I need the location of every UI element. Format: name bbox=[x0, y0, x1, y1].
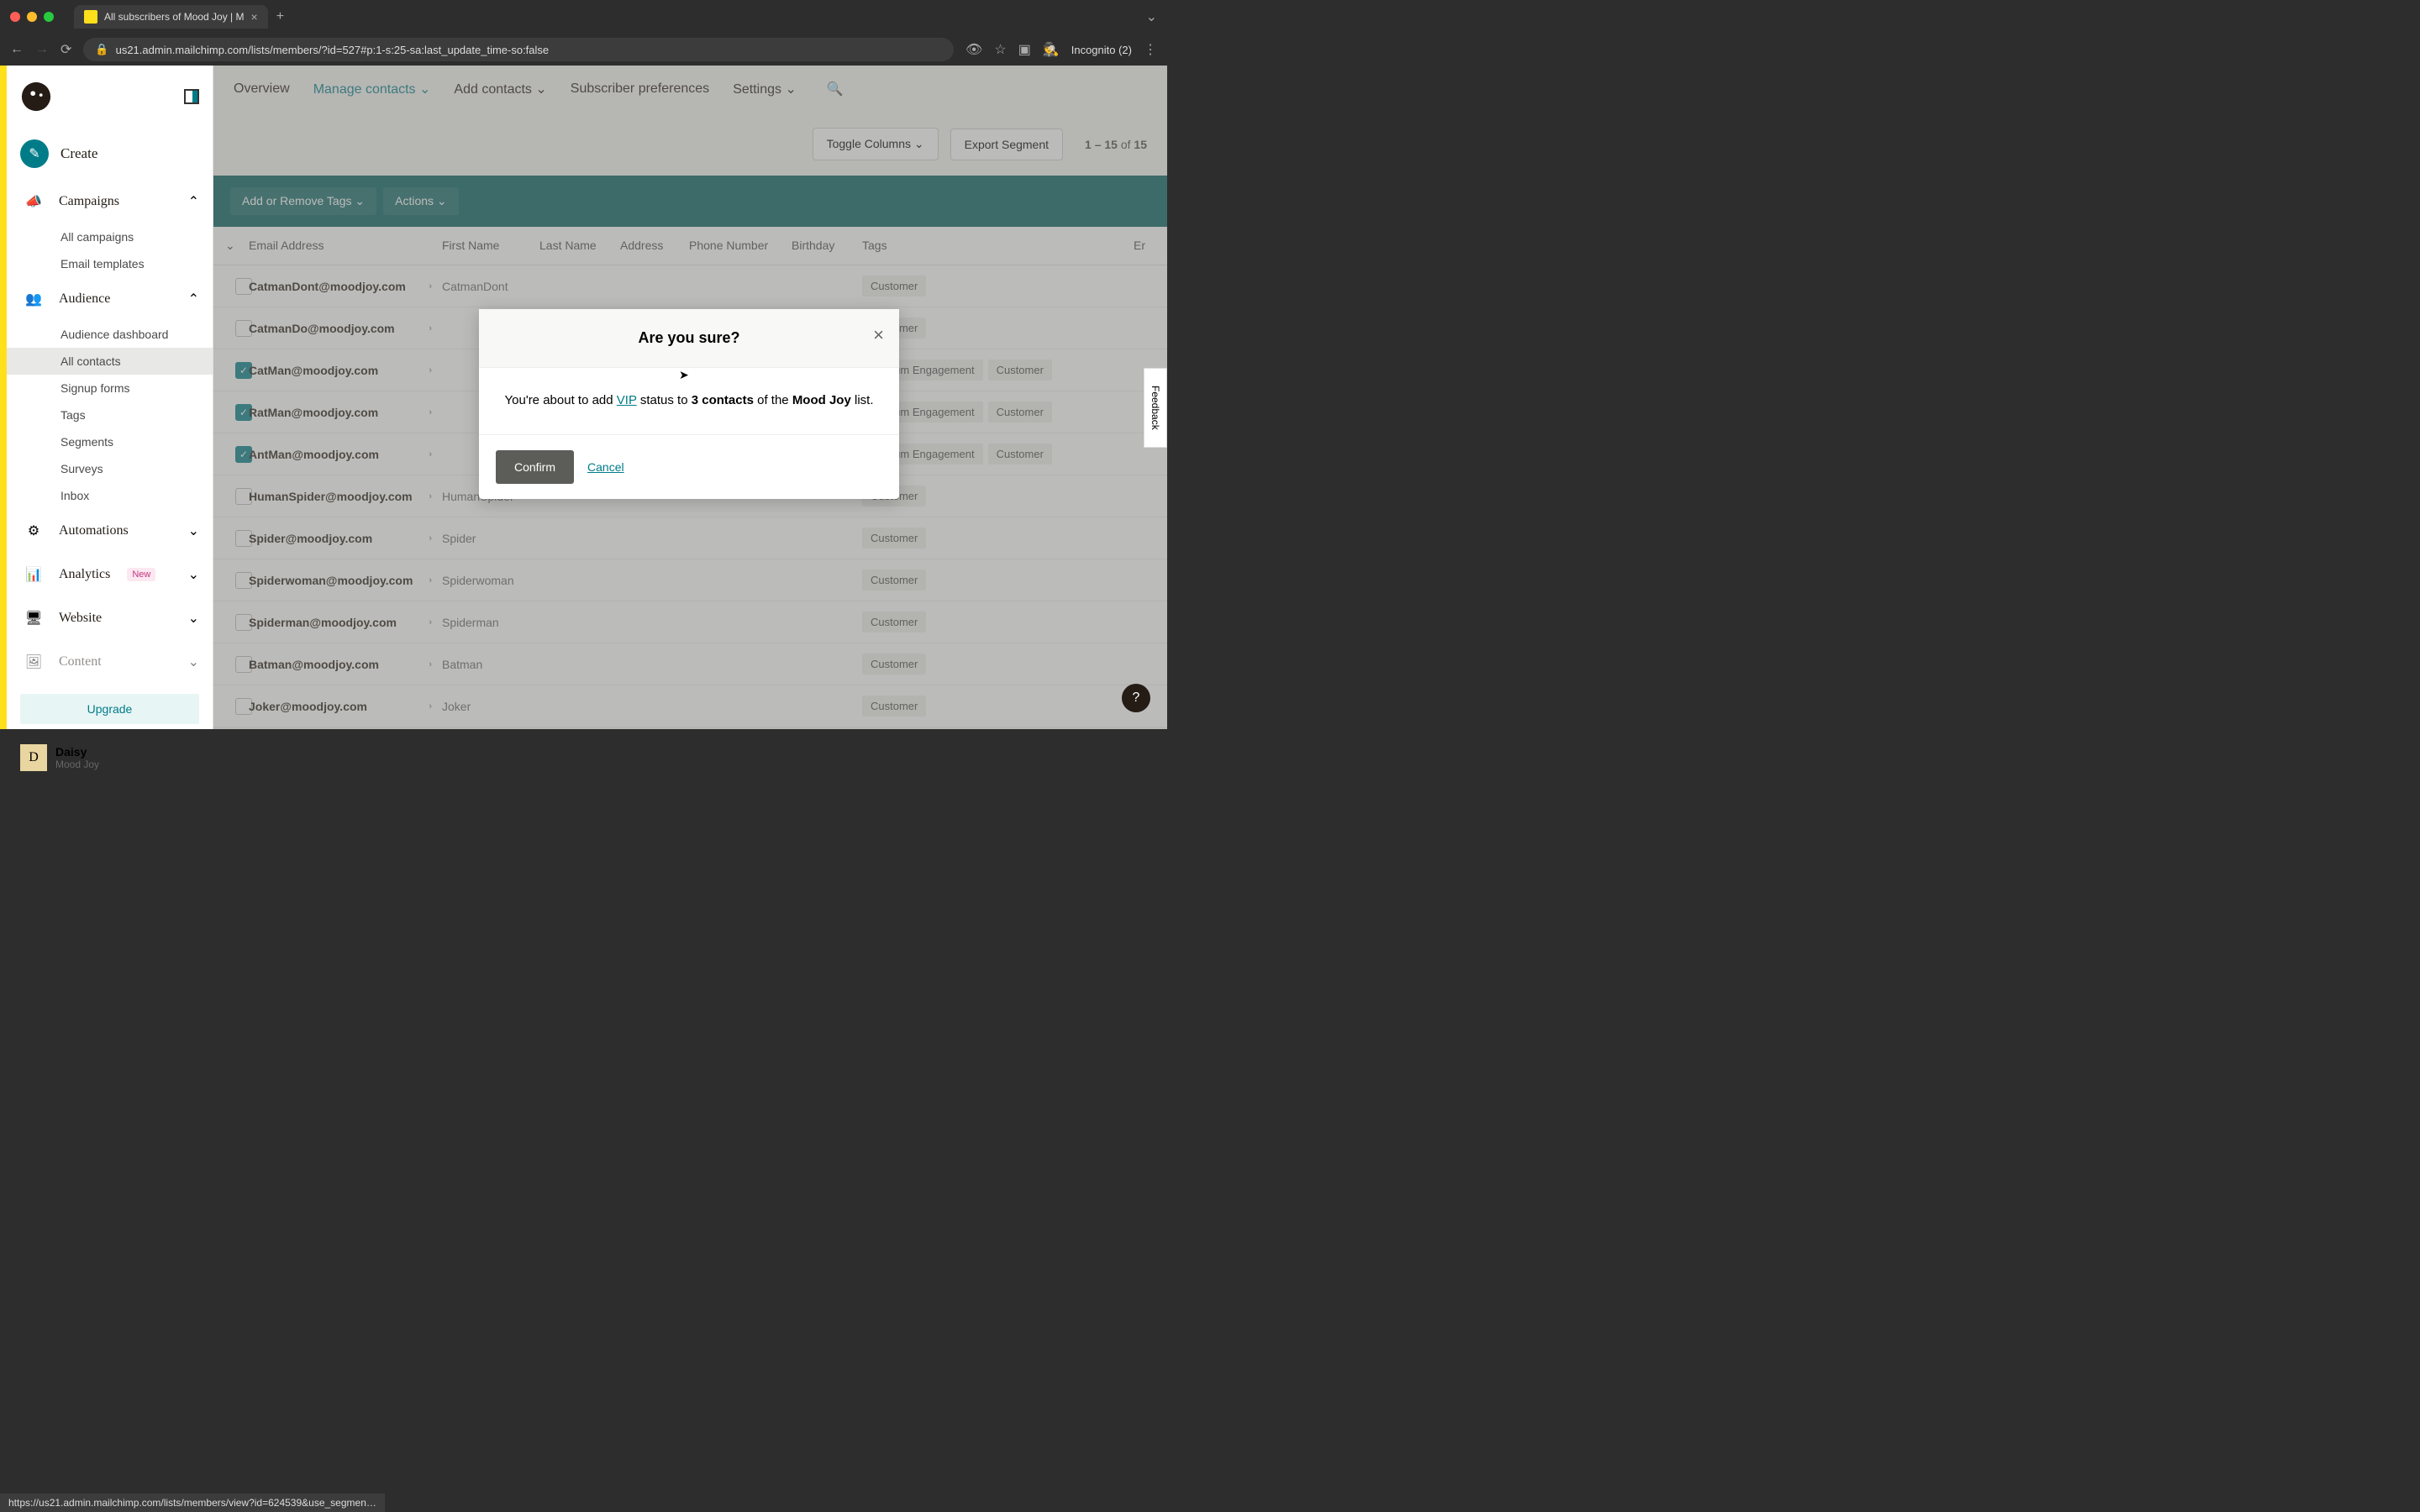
pencil-icon: ✎ bbox=[20, 139, 49, 168]
create-button[interactable]: ✎ Create bbox=[7, 128, 213, 180]
chevron-up-icon: ⌃ bbox=[188, 291, 199, 307]
tabs-overflow-icon[interactable]: ⌄ bbox=[1146, 8, 1157, 25]
people-icon: 👥 bbox=[20, 286, 47, 312]
help-button[interactable]: ? bbox=[1122, 684, 1150, 712]
collapse-sidebar-icon[interactable] bbox=[184, 89, 199, 104]
avatar: D bbox=[20, 744, 47, 771]
window-controls bbox=[10, 12, 54, 22]
close-tab-icon[interactable]: × bbox=[251, 10, 258, 24]
upgrade-button[interactable]: Upgrade bbox=[20, 694, 199, 724]
browser-tab[interactable]: All subscribers of Mood Joy | M × bbox=[74, 5, 268, 29]
nav-automations[interactable]: ⚙ Automations ⌄ bbox=[7, 509, 213, 553]
nav-analytics[interactable]: 📊 Analytics New ⌄ bbox=[7, 553, 213, 596]
browser-tab-bar: All subscribers of Mood Joy | M × + ⌄ bbox=[0, 0, 1167, 34]
modal-title: Are you sure? bbox=[638, 329, 739, 346]
incognito-icon: 🕵 bbox=[1043, 41, 1060, 58]
reload-button[interactable]: ⟳ bbox=[60, 41, 71, 58]
nav-audience[interactable]: 👥 Audience ⌃ bbox=[7, 277, 213, 321]
cancel-button[interactable]: Cancel bbox=[587, 460, 624, 474]
browser-toolbar: ← → ⟳ 🔒 us21.admin.mailchimp.com/lists/m… bbox=[0, 34, 1167, 66]
user-menu[interactable]: D Daisy Mood Joy bbox=[7, 734, 213, 781]
website-icon: 🖥 bbox=[20, 605, 47, 632]
chevron-down-icon: ⌄ bbox=[188, 654, 199, 670]
chevron-down-icon: ⌄ bbox=[188, 522, 199, 539]
tab-title: All subscribers of Mood Joy | M bbox=[104, 11, 245, 23]
lock-icon: 🔒 bbox=[95, 43, 108, 56]
confirm-modal: Are you sure? × You're about to add VIP … bbox=[479, 309, 899, 499]
sub-all-contacts[interactable]: All contacts bbox=[7, 348, 213, 375]
nav-content[interactable]: 🖼 Content ⌄ bbox=[7, 640, 213, 684]
back-button[interactable]: ← bbox=[10, 42, 24, 57]
sub-all-campaigns[interactable]: All campaigns bbox=[7, 223, 213, 250]
address-bar[interactable]: 🔒 us21.admin.mailchimp.com/lists/members… bbox=[83, 38, 954, 61]
sidebar: ✎ Create 📣 Campaigns ⌃ All campaigns Ema… bbox=[7, 66, 213, 729]
sub-segments[interactable]: Segments bbox=[7, 428, 213, 455]
cursor-icon: ➤ bbox=[679, 368, 689, 382]
chevron-up-icon: ⌃ bbox=[188, 193, 199, 210]
forward-button: → bbox=[35, 42, 49, 57]
minimize-window-icon[interactable] bbox=[27, 12, 37, 22]
sub-surveys[interactable]: Surveys bbox=[7, 455, 213, 482]
vip-link[interactable]: VIP bbox=[617, 393, 637, 407]
sub-inbox[interactable]: Inbox bbox=[7, 482, 213, 509]
status-bar: https://us21.admin.mailchimp.com/lists/m… bbox=[0, 1494, 385, 1512]
automation-icon: ⚙ bbox=[20, 517, 47, 544]
modal-body: You're about to add VIP status to 3 cont… bbox=[479, 368, 899, 435]
maximize-window-icon[interactable] bbox=[44, 12, 54, 22]
user-org: Mood Joy bbox=[55, 759, 99, 770]
user-name: Daisy bbox=[55, 745, 99, 759]
new-badge: New bbox=[127, 568, 155, 581]
menu-icon[interactable]: ⋮ bbox=[1144, 41, 1157, 58]
sub-audience-dashboard[interactable]: Audience dashboard bbox=[7, 321, 213, 348]
url-text: us21.admin.mailchimp.com/lists/members/?… bbox=[116, 44, 550, 56]
favicon-icon bbox=[84, 10, 97, 24]
eye-off-icon[interactable]: 👁 bbox=[965, 41, 982, 58]
feedback-tab[interactable]: Feedback bbox=[1144, 368, 1167, 448]
nav-website[interactable]: 🖥 Website ⌄ bbox=[7, 596, 213, 640]
sub-email-templates[interactable]: Email templates bbox=[7, 250, 213, 277]
incognito-label: Incognito (2) bbox=[1071, 44, 1132, 56]
panel-icon[interactable]: ▣ bbox=[1018, 41, 1031, 58]
confirm-button[interactable]: Confirm bbox=[496, 450, 574, 484]
chart-icon: 📊 bbox=[20, 561, 47, 588]
sub-tags[interactable]: Tags bbox=[7, 402, 213, 428]
close-icon[interactable]: × bbox=[873, 324, 884, 346]
mailchimp-logo-icon[interactable] bbox=[20, 81, 52, 113]
create-label: Create bbox=[60, 145, 97, 162]
close-window-icon[interactable] bbox=[10, 12, 20, 22]
content-icon: 🖼 bbox=[20, 648, 47, 675]
chevron-down-icon: ⌄ bbox=[188, 610, 199, 627]
new-tab-button[interactable]: + bbox=[276, 9, 284, 24]
nav-campaigns[interactable]: 📣 Campaigns ⌃ bbox=[7, 180, 213, 223]
sub-signup-forms[interactable]: Signup forms bbox=[7, 375, 213, 402]
bookmark-icon[interactable]: ☆ bbox=[994, 41, 1006, 58]
brand-stripe bbox=[0, 66, 7, 729]
megaphone-icon: 📣 bbox=[20, 188, 47, 215]
chevron-down-icon: ⌄ bbox=[188, 566, 199, 583]
